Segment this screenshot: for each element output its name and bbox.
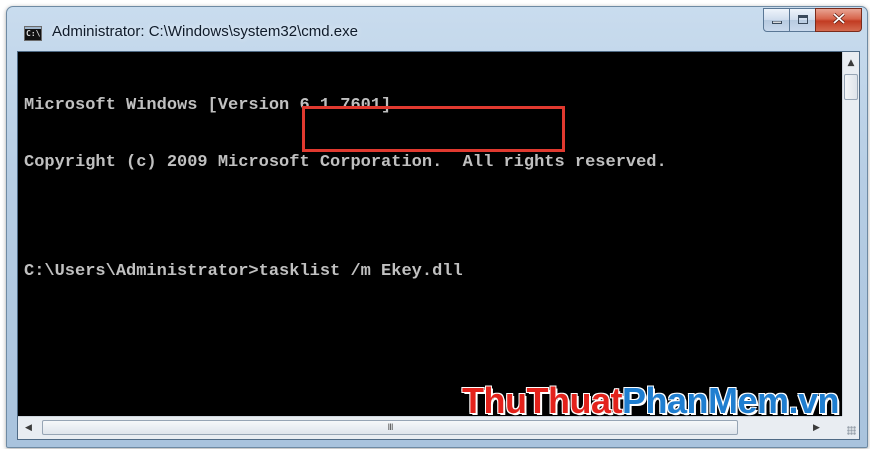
watermark-part-1: ThuThuat: [462, 380, 622, 421]
close-button[interactable]: [815, 8, 862, 32]
console-prompt: C:\Users\Administrator>: [24, 262, 259, 281]
minimize-icon: [771, 13, 782, 27]
watermark-part-3: .vn: [788, 380, 840, 421]
size-grip-icon[interactable]: [842, 416, 859, 439]
maximize-icon: [797, 13, 808, 27]
cmd-icon[interactable]: C:\: [24, 26, 42, 41]
console-command: tasklist /m Ekey.dll: [258, 262, 463, 281]
command-highlight-box: [302, 106, 565, 152]
site-watermark: ThuThuatPhanMem.vn: [462, 380, 840, 422]
caption-buttons: [763, 8, 862, 32]
scroll-left-icon[interactable]: ◀: [20, 417, 37, 439]
vertical-scrollbar[interactable]: ▲: [842, 52, 859, 417]
watermark-part-2: PhanMem: [621, 380, 789, 421]
grip-icon: III: [387, 422, 394, 433]
minimize-button[interactable]: [763, 8, 790, 32]
window-title: Administrator: C:\Windows\system32\cmd.e…: [52, 23, 358, 40]
maximize-button[interactable]: [789, 8, 816, 32]
vertical-scroll-thumb[interactable]: [844, 74, 858, 100]
title-bar[interactable]: C:\ Administrator: C:\Windows\system32\c…: [7, 7, 867, 51]
prompt-line: C:\Users\Administrator>tasklist /m Ekey.…: [24, 262, 844, 281]
console-line-copyright: Copyright (c) 2009 Microsoft Corporation…: [24, 153, 667, 172]
scroll-up-icon[interactable]: ▲: [843, 54, 859, 71]
close-icon: [832, 12, 845, 28]
horizontal-scroll-thumb[interactable]: III: [42, 420, 738, 435]
